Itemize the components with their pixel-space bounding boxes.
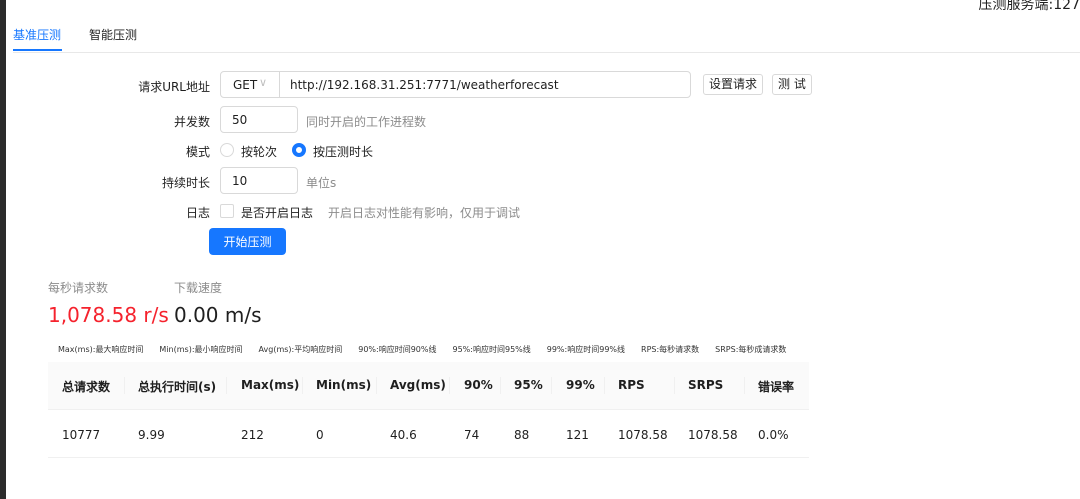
- header-separator: [124, 377, 125, 394]
- download-title: 下载速度: [174, 281, 223, 295]
- header-p90: 90%: [464, 378, 493, 392]
- rps-title: 每秒请求数: [48, 281, 109, 295]
- log-checkbox[interactable]: [220, 204, 234, 218]
- concurrency-value: 50: [232, 113, 248, 127]
- header-max: Max(ms): [241, 378, 300, 392]
- cell-p95: 88: [514, 428, 530, 442]
- header-separator: [376, 377, 377, 394]
- header-separator: [302, 377, 303, 394]
- header-avg: Avg(ms): [390, 378, 446, 392]
- cell-rps: 1078.58: [618, 428, 668, 442]
- header-total-requests: 总请求数: [62, 380, 111, 394]
- rps-value: 1,078.58 r/s: [48, 303, 169, 327]
- header-p95: 95%: [514, 378, 543, 392]
- mode-label: 模式: [185, 145, 210, 159]
- radio-by-duration[interactable]: [292, 143, 306, 157]
- header-min: Min(ms): [316, 378, 372, 392]
- header-separator: [449, 377, 450, 394]
- tab-baseline-test[interactable]: 基准压测: [13, 26, 61, 43]
- log-checkbox-label[interactable]: 是否开启日志: [241, 204, 313, 221]
- tab-smart-test[interactable]: 智能压测: [89, 26, 137, 43]
- radio-by-rounds-label[interactable]: 按轮次: [241, 143, 277, 160]
- tab-bar: 基准压测 智能压测: [13, 0, 1080, 53]
- radio-by-duration-label[interactable]: 按压测时长: [313, 143, 373, 160]
- cell-avg: 40.6: [390, 428, 417, 442]
- url-value: http://192.168.31.251:7771/weatherforeca…: [290, 78, 559, 92]
- header-separator: [744, 377, 745, 394]
- log-label: 日志: [185, 206, 210, 220]
- header-separator: [551, 377, 552, 394]
- table-row: 10777 9.99 212 0 40.6 74 88 121 1078.58 …: [48, 410, 809, 458]
- header-separator: [500, 377, 501, 394]
- url-label: 请求URL地址: [138, 80, 210, 94]
- header-srps: SRPS: [688, 378, 724, 392]
- start-test-button[interactable]: 开始压测: [209, 228, 286, 255]
- table-header: 总请求数 总执行时间(s) Max(ms) Min(ms) Avg(ms) 90…: [48, 362, 809, 410]
- window-edge: [0, 0, 6, 499]
- download-value: 0.00 m/s: [174, 303, 262, 327]
- cell-srps: 1078.58: [688, 428, 738, 442]
- cell-min: 0: [316, 428, 324, 442]
- header-separator: [604, 377, 605, 394]
- header-separator: [226, 377, 227, 394]
- chevron-down-icon: ∨: [259, 76, 268, 89]
- test-button[interactable]: 测 试: [772, 74, 812, 95]
- method-select[interactable]: GET ∨: [220, 71, 280, 98]
- method-value: GET: [233, 78, 258, 92]
- concurrency-input[interactable]: 50: [220, 106, 298, 133]
- cell-max: 212: [241, 428, 264, 442]
- header-separator: [674, 377, 675, 394]
- duration-input[interactable]: 10: [220, 167, 298, 194]
- radio-by-rounds[interactable]: [220, 143, 234, 157]
- active-tab-indicator: [13, 49, 62, 51]
- header-total-time: 总执行时间(s): [138, 380, 217, 394]
- concurrency-label: 并发数: [173, 115, 210, 129]
- cell-p90: 74: [464, 428, 480, 442]
- log-hint: 开启日志对性能有影响，仅用于调试: [328, 206, 521, 220]
- header-p99: 99%: [566, 378, 595, 392]
- header-rps: RPS: [618, 378, 645, 392]
- duration-value: 10: [232, 174, 248, 188]
- cell-total-requests: 10777: [62, 428, 101, 442]
- url-input[interactable]: http://192.168.31.251:7771/weatherforeca…: [279, 71, 691, 98]
- cell-p99: 121: [566, 428, 589, 442]
- metrics-legend: Max(ms):最大响应时间 Min(ms):最小响应时间 Avg(ms):平均…: [58, 345, 787, 354]
- config-request-button[interactable]: 设置请求: [703, 74, 764, 95]
- cell-total-time: 9.99: [138, 428, 165, 442]
- duration-hint: 单位s: [306, 176, 337, 190]
- duration-label: 持续时长: [161, 176, 210, 190]
- concurrency-hint: 同时开启的工作进程数: [306, 115, 427, 129]
- header-error-rate: 错误率: [758, 380, 795, 394]
- cell-error-rate: 0.0%: [758, 428, 789, 442]
